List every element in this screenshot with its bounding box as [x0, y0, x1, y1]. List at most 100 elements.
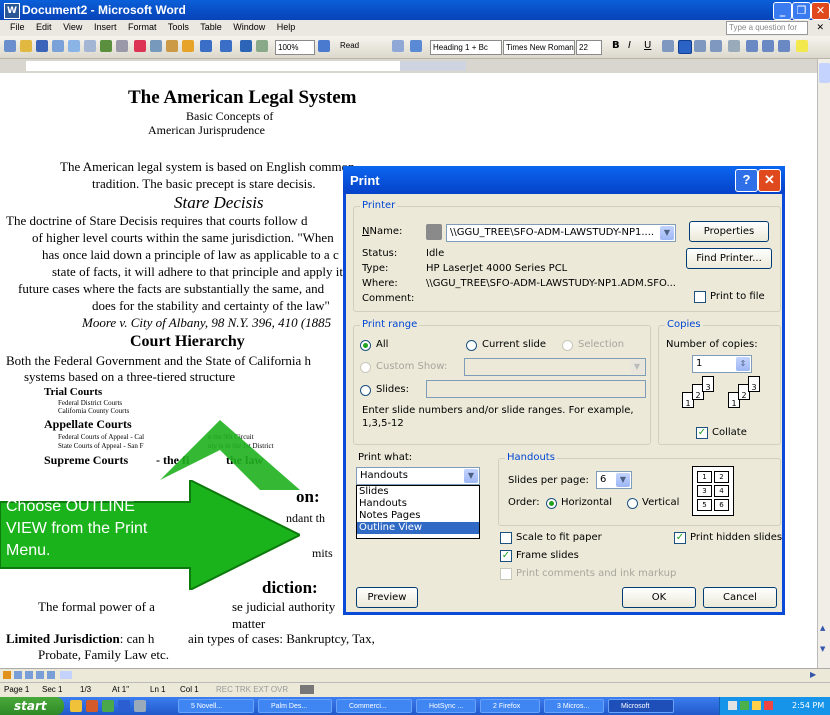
outline-view-icon[interactable]	[36, 671, 44, 679]
word-app-icon[interactable]: W	[4, 3, 20, 19]
menu-window[interactable]: Window	[233, 22, 265, 32]
menu-insert[interactable]: Insert	[94, 22, 117, 32]
scale-to-fit-checkbox[interactable]	[500, 532, 512, 544]
preview-button[interactable]: Preview	[356, 587, 418, 608]
print-preview-icon[interactable]	[84, 40, 96, 52]
normal-view-icon[interactable]	[3, 671, 11, 679]
scroll-down-arrow-icon[interactable]: ▼	[820, 645, 825, 653]
task-firefox[interactable]: 2 Firefox	[480, 699, 540, 713]
open-icon[interactable]	[20, 40, 32, 52]
read-button[interactable]: Read	[340, 41, 359, 50]
print-to-file-checkbox[interactable]	[694, 291, 706, 303]
custom-show-select[interactable]: ▼	[464, 358, 646, 376]
chevron-down-icon[interactable]: ▼	[660, 226, 674, 240]
quicklaunch-icon[interactable]	[118, 700, 130, 712]
menu-view[interactable]: View	[63, 22, 82, 32]
bullets-icon[interactable]	[762, 40, 774, 52]
numbering-icon[interactable]	[746, 40, 758, 52]
quicklaunch-icon[interactable]	[134, 700, 146, 712]
minimize-button[interactable]: _	[773, 2, 792, 20]
styles-pane-icon[interactable]	[392, 40, 404, 52]
task-microsoft-word[interactable]: Microsoft	[608, 699, 674, 713]
ruler[interactable]	[0, 59, 817, 74]
save-icon[interactable]	[36, 40, 48, 52]
close-doc-icon[interactable]: ✕	[816, 22, 824, 33]
current-slide-radio[interactable]	[466, 340, 477, 351]
maximize-button[interactable]: ❐	[792, 2, 811, 20]
hyperlink-icon[interactable]	[240, 40, 252, 52]
font-size-combo[interactable]: 22	[576, 40, 602, 55]
close-button[interactable]: ✕	[811, 2, 830, 20]
print-comments-checkbox[interactable]	[500, 568, 512, 580]
paste-icon[interactable]	[166, 40, 178, 52]
slides-range-input[interactable]	[426, 380, 646, 398]
font-combo[interactable]: Times New Roman	[503, 40, 575, 55]
help-question-button[interactable]: ?	[735, 169, 758, 192]
cancel-button[interactable]: Cancel	[703, 587, 777, 608]
quicklaunch-icon[interactable]	[70, 700, 82, 712]
all-radio[interactable]	[360, 340, 371, 351]
cut-icon[interactable]	[134, 40, 146, 52]
menu-format[interactable]: Format	[128, 22, 157, 32]
printer-name-select[interactable]: \\GGU_TREE\SFO-ADM-LAWSTUDY-NP1.... ▼	[446, 224, 676, 242]
web-view-icon[interactable]	[14, 671, 22, 679]
slides-radio[interactable]	[360, 385, 371, 396]
ok-button[interactable]: OK	[622, 587, 696, 608]
dialog-close-button[interactable]: ✕	[758, 169, 781, 192]
align-right-icon[interactable]	[694, 40, 706, 52]
hscroll-left-arrow-icon[interactable]	[60, 671, 72, 679]
frame-slides-checkbox[interactable]: ✓	[500, 550, 512, 562]
chevron-down-icon[interactable]: ▼	[630, 360, 644, 374]
line-spacing-icon[interactable]	[728, 40, 740, 52]
menu-tools[interactable]: Tools	[168, 22, 189, 32]
indent-icon[interactable]	[778, 40, 790, 52]
print-icon[interactable]	[68, 40, 80, 52]
hscroll-right-arrow-icon[interactable]: ▶	[810, 670, 816, 679]
slides-per-page-select[interactable]: 6 ▼	[596, 471, 632, 489]
style-combo[interactable]: Heading 1 + Bc	[430, 40, 502, 55]
option-slides[interactable]: Slides	[357, 486, 479, 498]
print-layout-icon[interactable]	[25, 671, 33, 679]
start-button[interactable]: start	[0, 697, 64, 715]
style-icon[interactable]	[410, 40, 422, 52]
task-commerci[interactable]: Commerci...	[336, 699, 412, 713]
zoom-combo[interactable]: 100%	[275, 40, 315, 55]
menu-file[interactable]: File	[10, 22, 25, 32]
align-center-icon[interactable]	[678, 40, 692, 54]
copy-icon[interactable]	[150, 40, 162, 52]
underline-button[interactable]: U	[644, 40, 651, 51]
highlight-icon[interactable]	[796, 40, 808, 52]
permission-icon[interactable]	[52, 40, 64, 52]
menu-help[interactable]: Help	[277, 22, 296, 32]
tray-icon[interactable]	[764, 701, 773, 710]
print-what-select[interactable]: Handouts ▼	[356, 467, 480, 485]
scroll-up-arrow-icon[interactable]: ▲	[820, 624, 825, 632]
vertical-scrollbar[interactable]: ▲ ▼	[817, 59, 830, 668]
find-printer-button[interactable]: Find Printer...	[686, 248, 772, 269]
undo-icon[interactable]	[200, 40, 212, 52]
italic-button[interactable]: I	[628, 40, 631, 51]
option-handouts[interactable]: Handouts	[357, 498, 479, 510]
copies-input[interactable]: 1 ⇕	[692, 355, 752, 373]
task-novell[interactable]: 5 Novell...	[178, 699, 254, 713]
scroll-thumb[interactable]	[819, 63, 830, 83]
research-icon[interactable]	[116, 40, 128, 52]
format-painter-icon[interactable]	[182, 40, 194, 52]
menu-table[interactable]: Table	[200, 22, 222, 32]
reading-layout-icon[interactable]	[47, 671, 55, 679]
option-notes-pages[interactable]: Notes Pages	[357, 510, 479, 522]
tray-icon[interactable]	[752, 701, 761, 710]
quicklaunch-icon[interactable]	[86, 700, 98, 712]
spinner-icon[interactable]: ⇕	[736, 357, 750, 371]
task-hotsync[interactable]: HotSync ...	[416, 699, 476, 713]
task-micros[interactable]: 3 Micros...	[544, 699, 604, 713]
option-outline-view[interactable]: Outline View	[357, 522, 479, 534]
vertical-radio[interactable]	[627, 498, 638, 509]
redo-icon[interactable]	[220, 40, 232, 52]
selection-radio[interactable]	[562, 340, 573, 351]
spelling-status-icon[interactable]	[300, 685, 314, 694]
tray-icon[interactable]	[728, 701, 737, 710]
quicklaunch-icon[interactable]	[102, 700, 114, 712]
properties-button[interactable]: Properties	[689, 221, 769, 242]
custom-show-radio[interactable]	[360, 362, 371, 373]
